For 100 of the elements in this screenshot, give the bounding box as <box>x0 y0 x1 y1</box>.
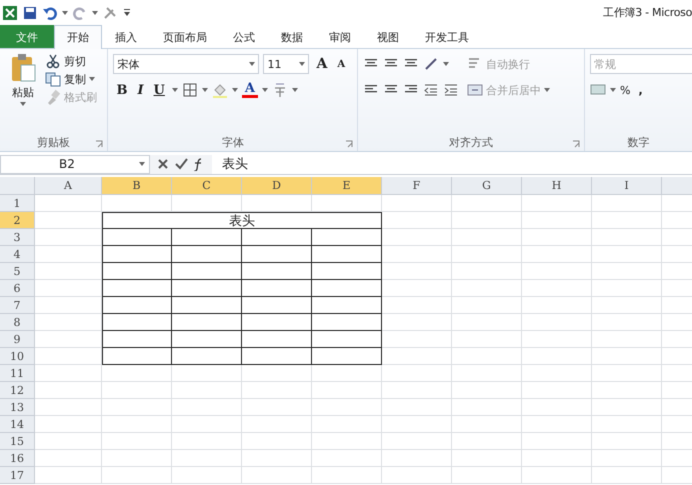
caret-icon[interactable] <box>172 88 178 92</box>
sheet-cell[interactable] <box>242 246 312 263</box>
name-box[interactable]: B2 <box>0 154 150 174</box>
row-header[interactable]: 4 <box>0 246 35 263</box>
sheet-cell[interactable] <box>312 246 382 263</box>
sheet-cell[interactable] <box>312 348 382 365</box>
sheet-cell[interactable] <box>242 229 312 246</box>
spreadsheet-logo-icon[interactable] <box>2 4 18 20</box>
sheet-cell[interactable] <box>172 280 242 297</box>
clipboard-icon[interactable] <box>9 53 37 83</box>
row-header[interactable]: 1 <box>0 195 35 212</box>
row-header[interactable]: 10 <box>0 348 35 365</box>
ribbon-tab[interactable]: 数据 <box>268 25 316 48</box>
paste-button[interactable]: 粘贴 <box>5 53 41 133</box>
caret-icon[interactable] <box>292 88 298 92</box>
check-icon[interactable] <box>174 157 188 171</box>
column-header[interactable]: B <box>102 177 172 195</box>
row-header[interactable]: 3 <box>0 229 35 246</box>
sheet-cell[interactable] <box>312 331 382 348</box>
sheet-cell[interactable] <box>242 331 312 348</box>
caret-icon[interactable] <box>202 88 208 92</box>
sheet-cell[interactable] <box>172 314 242 331</box>
shrink-font-button[interactable]: A <box>334 58 348 70</box>
ribbon-tab[interactable]: 文件 <box>0 25 54 48</box>
ribbon-tab[interactable]: 公式 <box>220 25 268 48</box>
sheet-cell[interactable] <box>312 263 382 280</box>
sheet-cell[interactable] <box>172 246 242 263</box>
undo-icon[interactable] <box>42 4 58 20</box>
increase-indent-icon[interactable] <box>443 82 460 98</box>
ribbon-tab[interactable]: 开始 <box>54 25 102 49</box>
row-header[interactable]: 15 <box>0 433 35 450</box>
column-header[interactable]: E <box>312 177 382 195</box>
dialog-launcher-icon[interactable] <box>345 140 354 148</box>
caret-icon[interactable] <box>262 88 268 92</box>
sheet-cell[interactable] <box>242 280 312 297</box>
column-header[interactable]: I <box>592 177 662 195</box>
sheet-cell[interactable] <box>242 263 312 280</box>
underline-button[interactable]: U <box>150 82 168 98</box>
caret-icon[interactable] <box>62 10 68 14</box>
row-header[interactable]: 13 <box>0 399 35 416</box>
sheet-cell[interactable] <box>312 280 382 297</box>
save-icon[interactable] <box>22 4 38 20</box>
sheet-cell[interactable] <box>242 348 312 365</box>
scissors-icon[interactable] <box>45 53 61 69</box>
sheet-cell[interactable] <box>172 263 242 280</box>
column-header[interactable]: H <box>522 177 592 195</box>
sheet-cell[interactable] <box>172 348 242 365</box>
column-header[interactable] <box>662 177 692 195</box>
cancel-icon[interactable] <box>156 157 170 171</box>
italic-button[interactable]: I <box>134 82 147 98</box>
caret-icon[interactable] <box>443 62 450 66</box>
ribbon-tab[interactable]: 页面布局 <box>150 25 220 48</box>
fill-bucket-icon[interactable] <box>212 82 228 98</box>
select-all-corner[interactable] <box>0 177 35 195</box>
sheet-cell[interactable] <box>102 246 172 263</box>
ribbon-tab[interactable]: 开发工具 <box>412 25 482 48</box>
ribbon-tab[interactable]: 插入 <box>102 25 150 48</box>
ribbon-tab[interactable]: 审阅 <box>316 25 364 48</box>
row-header[interactable]: 16 <box>0 450 35 467</box>
borders-icon[interactable] <box>182 82 198 98</box>
sheet-cell[interactable] <box>102 297 172 314</box>
caret-icon[interactable] <box>249 62 256 66</box>
dialog-launcher-icon[interactable] <box>95 140 104 148</box>
font-color-button[interactable]: A <box>242 82 258 98</box>
sheet-cell[interactable] <box>242 297 312 314</box>
row-header[interactable]: 14 <box>0 416 35 433</box>
ribbon-tab[interactable]: 视图 <box>364 25 412 48</box>
sheet-cell[interactable] <box>312 297 382 314</box>
font-size-field[interactable]: 11 <box>263 54 310 74</box>
row-header[interactable]: 5 <box>0 263 35 280</box>
sheet-cell[interactable] <box>242 314 312 331</box>
decrease-indent-icon[interactable] <box>423 82 440 98</box>
column-header[interactable]: F <box>382 177 452 195</box>
caret-icon[interactable] <box>299 62 306 66</box>
column-header[interactable]: G <box>452 177 522 195</box>
merged-cell[interactable]: 表头 <box>102 212 382 229</box>
sheet-cell[interactable] <box>102 280 172 297</box>
copy-button[interactable]: 复制 <box>45 71 97 87</box>
caret-icon[interactable] <box>544 88 550 92</box>
column-header[interactable]: A <box>35 177 102 195</box>
caret-icon[interactable] <box>92 10 98 14</box>
column-header[interactable]: C <box>172 177 242 195</box>
row-header[interactable]: 17 <box>0 467 35 484</box>
caret-icon[interactable] <box>20 102 26 106</box>
row-header[interactable]: 7 <box>0 297 35 314</box>
row-header[interactable]: 12 <box>0 382 35 399</box>
sheet-cell[interactable] <box>312 314 382 331</box>
sheet-cell[interactable] <box>102 348 172 365</box>
sheet-cell[interactable] <box>102 263 172 280</box>
font-name-field[interactable]: 宋体 <box>113 54 260 74</box>
sheet-cell[interactable] <box>312 229 382 246</box>
row-header[interactable]: 2 <box>0 212 35 229</box>
column-header[interactable]: D <box>242 177 312 195</box>
sheet-cell[interactable] <box>102 314 172 331</box>
caret-icon[interactable] <box>139 162 145 166</box>
dialog-launcher-icon[interactable] <box>572 140 580 148</box>
comma-button[interactable]: , <box>634 84 647 96</box>
sheet-cell[interactable] <box>172 331 242 348</box>
row-header[interactable]: 9 <box>0 331 35 348</box>
copy-icon[interactable] <box>45 71 61 87</box>
